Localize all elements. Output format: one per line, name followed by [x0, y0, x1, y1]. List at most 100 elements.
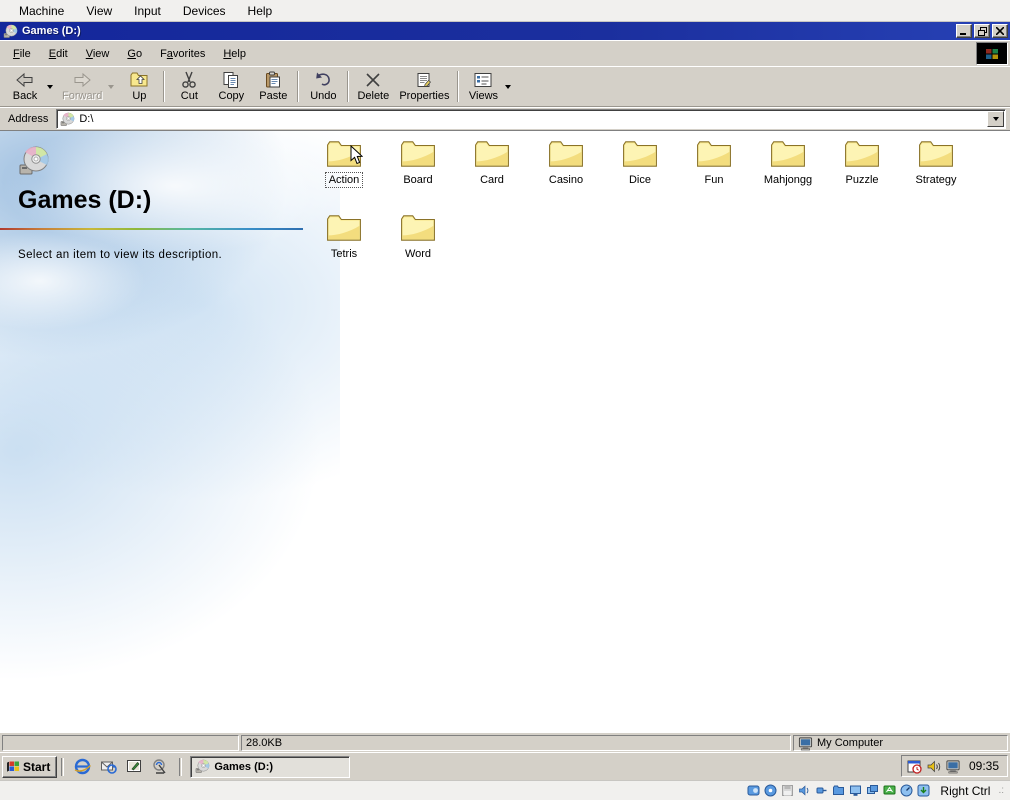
windows-flag-icon — [986, 48, 998, 59]
folder-label: Fun — [704, 174, 724, 186]
close-icon — [996, 27, 1004, 35]
restore-icon — [977, 26, 987, 36]
folder-item[interactable]: Dice — [603, 139, 677, 213]
vbox-menu-item[interactable]: Machine — [8, 1, 75, 21]
audio-icon[interactable] — [798, 784, 811, 797]
back-dropdown[interactable] — [46, 68, 57, 105]
folder-label: Action — [324, 172, 364, 188]
status-pane-objects — [2, 735, 239, 751]
folder-item[interactable]: Board — [381, 139, 455, 213]
minimize-button[interactable] — [956, 24, 972, 38]
folder-label: Casino — [548, 174, 584, 186]
display-icon[interactable] — [849, 784, 862, 797]
menu-item[interactable]: Help — [214, 44, 255, 64]
chevron-down-icon — [992, 117, 999, 121]
address-label: Address — [8, 113, 49, 125]
channels-icon[interactable] — [152, 758, 169, 775]
copy-button[interactable]: Copy — [210, 68, 252, 105]
address-input[interactable]: D:\ — [56, 109, 1006, 129]
network-icon[interactable] — [883, 784, 896, 797]
optical-disc-icon[interactable] — [764, 784, 777, 797]
menu-item[interactable]: View — [77, 44, 119, 64]
usb-icon[interactable] — [815, 784, 828, 797]
folder-item[interactable]: Puzzle — [825, 139, 899, 213]
chevron-down-icon — [47, 84, 53, 89]
folder-item[interactable]: Fun — [677, 139, 751, 213]
mouse-cursor — [350, 145, 363, 165]
internet-explorer-icon[interactable] — [74, 758, 92, 775]
outlook-express-icon[interactable] — [100, 758, 118, 775]
webview-info-panel: Games (D:) Select an item to view its de… — [0, 145, 318, 261]
keyboard-capture-icon[interactable] — [917, 784, 930, 797]
folder-item[interactable]: Action — [307, 139, 381, 213]
total-size: 28.0KB — [246, 737, 283, 749]
show-desktop-icon[interactable] — [126, 758, 143, 775]
properties-button[interactable]: Properties — [394, 68, 454, 105]
folder-item[interactable]: Strategy — [899, 139, 973, 213]
taskbar-clock[interactable]: 09:35 — [969, 759, 999, 773]
shared-folders-icon[interactable] — [832, 784, 845, 797]
vbox-menu-item[interactable]: Input — [123, 1, 172, 21]
divider-line — [0, 228, 303, 230]
menu-item[interactable]: Go — [118, 44, 151, 64]
back-button[interactable]: Back — [4, 68, 46, 105]
resize-grip[interactable]: .: — [998, 785, 1004, 796]
folder-view: Games (D:) Select an item to view its de… — [0, 131, 1010, 733]
recording-icon[interactable] — [866, 784, 879, 797]
undo-icon — [316, 72, 331, 85]
task-scheduler-icon[interactable] — [907, 759, 922, 774]
window-titlebar[interactable]: Games (D:) — [0, 22, 1010, 40]
folder-item[interactable]: Word — [381, 213, 455, 287]
address-value: D:\ — [79, 113, 94, 125]
folder-item[interactable]: Card — [455, 139, 529, 213]
views-icon — [474, 72, 492, 87]
up-button[interactable]: Up — [118, 68, 160, 105]
virtualbox-window: Machine View Input Devices Help Games (D… — [0, 0, 1010, 800]
display-settings-icon[interactable] — [945, 759, 961, 774]
menu-item[interactable]: Favorites — [151, 44, 214, 64]
folder-icon — [474, 139, 510, 169]
folder-icon — [326, 213, 362, 243]
volume-icon[interactable] — [926, 759, 941, 774]
folder-item[interactable]: Tetris — [307, 213, 381, 287]
menu-item[interactable]: Edit — [40, 44, 77, 64]
explorer-toolbar: Back Forward Up Cut Copy Paste Undo Dele… — [0, 66, 1010, 107]
windows-flag-icon — [7, 761, 19, 772]
vbox-menubar: Machine View Input Devices Help — [0, 0, 1010, 22]
vbox-menu-item[interactable]: Devices — [172, 1, 237, 21]
toolbar-separator — [457, 71, 460, 102]
taskbar: Start Games (D:) 09:35 — [0, 752, 1010, 780]
cut-button[interactable]: Cut — [168, 68, 210, 105]
taskbar-task-games[interactable]: Games (D:) — [190, 755, 351, 778]
scissors-icon — [182, 71, 197, 88]
menu-item[interactable]: File — [4, 44, 40, 64]
copy-icon — [223, 71, 239, 88]
minimize-icon — [960, 33, 966, 35]
start-label: Start — [23, 759, 51, 774]
vbox-menu-item[interactable]: View — [75, 1, 123, 21]
views-button[interactable]: Views — [462, 68, 504, 105]
address-dropdown-button[interactable] — [987, 111, 1004, 127]
drive-title: Games (D:) — [18, 186, 152, 214]
folder-item[interactable]: Casino — [529, 139, 603, 213]
vbox-menu-item[interactable]: Help — [237, 1, 284, 21]
paste-button[interactable]: Paste — [252, 68, 294, 105]
hard-disk-icon[interactable] — [747, 784, 760, 797]
status-pane-size: 28.0KB — [241, 735, 791, 751]
properties-icon — [417, 72, 432, 87]
delete-button[interactable]: Delete — [352, 68, 394, 105]
folder-label: Puzzle — [845, 174, 879, 186]
back-icon — [16, 72, 33, 87]
floppy-icon[interactable] — [781, 784, 794, 797]
cd-drive-icon — [3, 24, 18, 39]
taskbar-separator — [61, 757, 65, 776]
task-label: Games (D:) — [214, 760, 274, 773]
restore-button[interactable] — [974, 24, 990, 38]
start-button[interactable]: Start — [2, 755, 58, 778]
folder-item[interactable]: Mahjongg — [751, 139, 825, 213]
close-button[interactable] — [992, 24, 1008, 38]
folder-label: Tetris — [330, 248, 358, 260]
features-icon[interactable] — [900, 784, 913, 797]
views-dropdown[interactable] — [504, 68, 515, 105]
undo-button[interactable]: Undo — [302, 68, 344, 105]
